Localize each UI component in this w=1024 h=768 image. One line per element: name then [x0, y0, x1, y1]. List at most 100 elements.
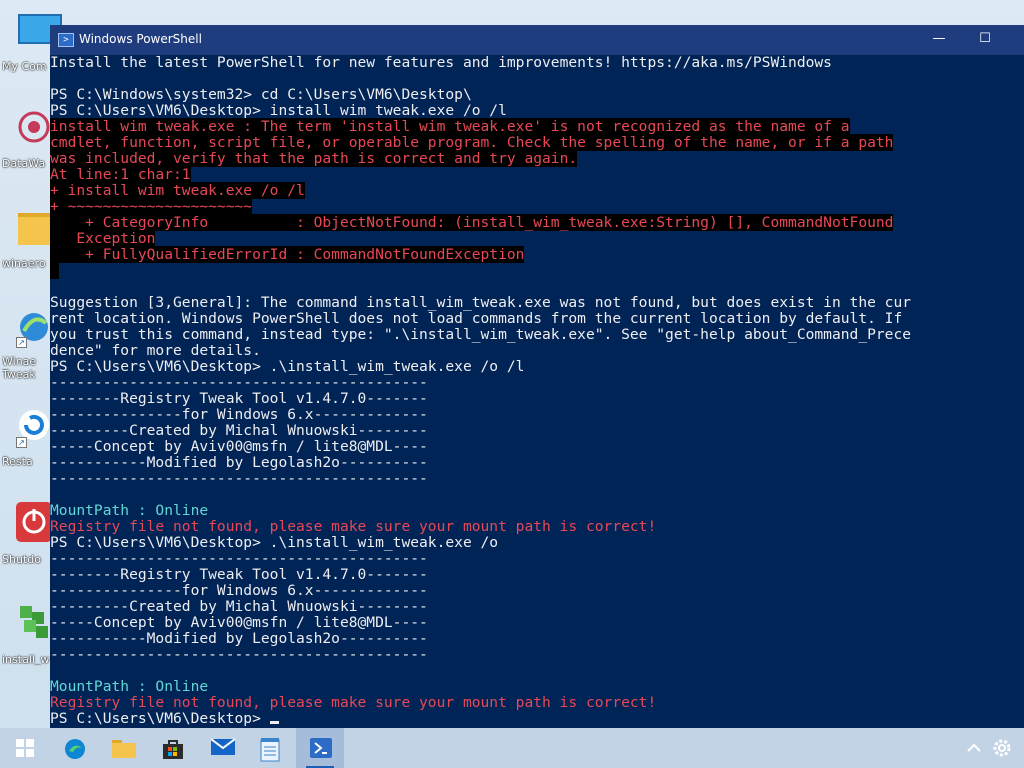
show-hidden-icons-button[interactable]: [962, 736, 986, 760]
console-line-text: you trust this command, instead type: ".…: [50, 326, 912, 343]
console-line-text: install_wim_tweak.exe : The term 'instal…: [50, 118, 850, 135]
console-line-text: + ~~~~~~~~~~~~~~~~~~~~~: [50, 198, 253, 215]
minimize-icon: —: [932, 31, 946, 46]
console-line-text: PS C:\Users\VM6\Desktop> .\install_wim_t…: [50, 358, 525, 375]
console-line-text: Exception: [50, 230, 156, 247]
console-line-text: rent location. Windows PowerShell does n…: [50, 310, 903, 327]
taskbar-edge[interactable]: [50, 728, 98, 768]
console-line-text: ---------Created by Michal Wnuowski-----…: [50, 598, 428, 615]
console-line-text: dence" for more details.: [50, 342, 261, 359]
console-line-text: PS C:\Users\VM6\Desktop> install_wim_twe…: [50, 102, 507, 119]
console-line: [50, 262, 1024, 279]
text-cursor: [269, 721, 279, 724]
minimize-button[interactable]: —: [916, 25, 962, 55]
console-line: Suggestion [3,General]: The command inst…: [50, 295, 1024, 311]
console-line: MountPath : Online: [50, 503, 1024, 519]
windows-start-icon: [14, 738, 36, 758]
console-output[interactable]: Install the latest PowerShell for new fe…: [50, 55, 1024, 728]
console-line: ---------------for Windows 6.x----------…: [50, 583, 1024, 599]
window-titlebar[interactable]: > Windows PowerShell — ☐ ✕: [50, 25, 1024, 55]
console-line-text: PS C:\Users\VM6\Desktop>: [50, 710, 270, 727]
taskbar-mail[interactable]: [197, 728, 245, 768]
datawa-icon: [16, 109, 52, 145]
console-line-text: -----Concept by Aviv00@msfn / lite8@MDL-…: [50, 438, 428, 455]
console-line-text: ---------------for Windows 6.x----------…: [50, 582, 428, 599]
console-line: + ~~~~~~~~~~~~~~~~~~~~~: [50, 198, 1024, 215]
console-line-text: -----------Modified by Legolash2o-------…: [50, 630, 428, 647]
mail-icon: [210, 738, 236, 758]
desktop-icon-label: My Com: [2, 60, 47, 73]
console-line: MountPath : Online: [50, 679, 1024, 695]
desktop-icon-winaero-folder[interactable]: winaero: [0, 205, 52, 285]
console-line-text: ---------------for Windows 6.x----------…: [50, 406, 428, 423]
console-line: + FullyQualifiedErrorId : CommandNotFoun…: [50, 246, 1024, 263]
console-line-text: ---------Created by Michal Wnuowski-----…: [50, 422, 428, 439]
console-line: Registry file not found, please make sur…: [50, 519, 1024, 535]
console-line: PS C:\Windows\system32> cd C:\Users\VM6\…: [50, 87, 1024, 103]
desktop-icon-install-wim-tweak[interactable]: install_w: [0, 600, 50, 680]
powershell-window[interactable]: > Windows PowerShell — ☐ ✕ Install the l…: [50, 25, 1024, 728]
desktop-icon-restart[interactable]: ↗ Resta: [0, 405, 50, 485]
console-line: rent location. Windows PowerShell does n…: [50, 311, 1024, 327]
taskbar-store[interactable]: [148, 728, 196, 768]
shortcut-arrow-icon: ↗: [16, 437, 27, 448]
desktop-icon-my-computer[interactable]: My Com: [0, 10, 62, 90]
console-line-text: -----------Modified by Legolash2o-------…: [50, 454, 428, 471]
desktop-icon-shutdown[interactable]: Shutdo: [0, 500, 52, 580]
console-line-text: was included, verify that the path is co…: [50, 150, 578, 167]
console-line-text: + FullyQualifiedErrorId : CommandNotFoun…: [50, 246, 525, 263]
desktop-icon-winaero-tweaker[interactable]: ↗ Winae Tweak: [0, 305, 50, 385]
console-line-text: MountPath : Online: [50, 502, 209, 519]
desktop-icon-label: install_w: [2, 653, 50, 666]
desktop-icon-label: Resta: [2, 455, 33, 468]
console-line: + install_wim_tweak.exe /o /l: [50, 182, 1024, 199]
powershell-icon: [310, 738, 332, 758]
settings-button[interactable]: [990, 736, 1014, 760]
console-line: + CategoryInfo : ObjectNotFound: (instal…: [50, 214, 1024, 231]
store-icon: [162, 738, 184, 759]
maximize-icon: ☐: [979, 31, 991, 46]
console-line-text: Install the latest PowerShell for new fe…: [50, 55, 832, 71]
shortcut-arrow-icon: ↗: [16, 337, 27, 348]
console-line: ---------Created by Michal Wnuowski-----…: [50, 599, 1024, 615]
start-button[interactable]: [0, 728, 48, 768]
taskbar-file-explorer[interactable]: [98, 728, 146, 768]
gear-icon: [993, 739, 1011, 757]
console-line-text: ----------------------------------------…: [50, 646, 428, 663]
console-line: -----------Modified by Legolash2o-------…: [50, 631, 1024, 647]
console-line: ----------------------------------------…: [50, 647, 1024, 663]
console-line: was included, verify that the path is co…: [50, 150, 1024, 167]
console-line: Install the latest PowerShell for new fe…: [50, 55, 1024, 71]
console-line-text: Registry file not found, please make sur…: [50, 518, 657, 535]
console-line-text: At line:1 char:1: [50, 166, 191, 183]
console-line-text: + install_wim_tweak.exe /o /l: [50, 182, 305, 199]
desktop-icon-label: winaero: [2, 257, 46, 270]
console-line-text: MountPath : Online: [50, 678, 209, 695]
console-line: --------Registry Tweak Tool v1.4.7.0----…: [50, 567, 1024, 583]
console-line-text: ----------------------------------------…: [50, 374, 428, 391]
console-line: At line:1 char:1: [50, 166, 1024, 183]
console-line: Exception: [50, 230, 1024, 247]
console-line-text: --------Registry Tweak Tool v1.4.7.0----…: [50, 390, 428, 407]
desktop-icon-datawa[interactable]: DataWa: [0, 105, 50, 185]
console-line: you trust this command, instead type: ".…: [50, 327, 1024, 343]
console-line-text: ----------------------------------------…: [50, 550, 428, 567]
console-line: ---------Created by Michal Wnuowski-----…: [50, 423, 1024, 439]
taskbar-notepad[interactable]: [246, 728, 294, 768]
shutdown-icon: [16, 502, 52, 542]
desktop-icon-label: DataWa: [2, 157, 46, 170]
install-wim-tweak-icon: [16, 602, 52, 638]
window-title: Windows PowerShell: [79, 32, 202, 46]
console-line: PS C:\Users\VM6\Desktop> .\install_wim_t…: [50, 535, 1024, 551]
close-button[interactable]: ✕: [1008, 25, 1024, 55]
maximize-button[interactable]: ☐: [962, 25, 1008, 55]
taskbar-powershell[interactable]: [296, 728, 344, 768]
desktop-icon-label: Shutdo: [2, 553, 41, 566]
console-line: --------Registry Tweak Tool v1.4.7.0----…: [50, 391, 1024, 407]
console-line: PS C:\Users\VM6\Desktop> install_wim_twe…: [50, 103, 1024, 119]
console-line: Registry file not found, please make sur…: [50, 695, 1024, 711]
console-line-text: -----Concept by Aviv00@msfn / lite8@MDL-…: [50, 614, 428, 631]
